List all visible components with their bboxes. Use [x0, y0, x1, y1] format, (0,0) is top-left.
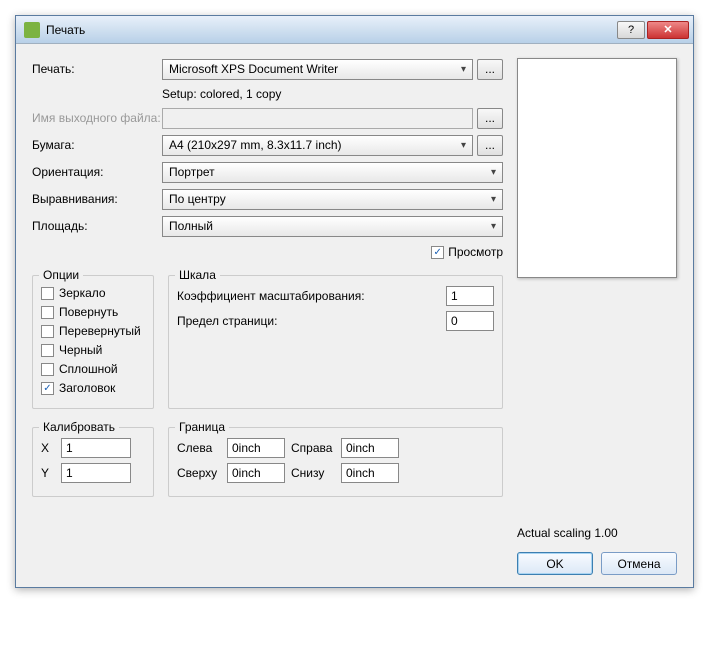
mirror-option[interactable]: Зеркало: [41, 286, 145, 300]
options-title: Опции: [39, 268, 83, 282]
paper-select[interactable]: A4 (210x297 mm, 8.3x11.7 inch): [162, 135, 473, 156]
border-top-label: Сверху: [177, 466, 221, 480]
outfile-label: Имя выходного файла:: [32, 111, 162, 125]
area-label: Площадь:: [32, 219, 162, 233]
solid-option[interactable]: Сплошной: [41, 362, 145, 376]
border-top-input[interactable]: [227, 463, 285, 483]
header-option[interactable]: ✓Заголовок: [41, 381, 145, 395]
paper-browse-button[interactable]: ...: [477, 135, 503, 156]
inverted-checkbox[interactable]: [41, 325, 54, 338]
scale-factor-label: Коэффициент масштабирования:: [177, 289, 446, 303]
page-limit-label: Предел страници:: [177, 314, 446, 328]
close-button[interactable]: ✕: [647, 21, 689, 39]
options-group: Опции Зеркало Повернуть Перевернутый Чер…: [32, 275, 154, 409]
mirror-checkbox[interactable]: [41, 287, 54, 300]
alignment-select[interactable]: По центру: [162, 189, 503, 210]
scale-group: Шкала Коэффициент масштабирования: Преде…: [168, 275, 503, 409]
border-left-input[interactable]: [227, 438, 285, 458]
print-dialog: Печать ? ✕ Печать: Microsoft XPS Documen…: [15, 15, 694, 588]
printer-select[interactable]: Microsoft XPS Document Writer: [162, 59, 473, 80]
border-group: Граница Слева Справа Сверху Снизу: [168, 427, 503, 497]
setup-text: Setup: colored, 1 copy: [162, 85, 503, 107]
border-right-label: Справа: [291, 441, 335, 455]
rotate-checkbox[interactable]: [41, 306, 54, 319]
rotate-option[interactable]: Повернуть: [41, 305, 145, 319]
alignment-label: Выравнивания:: [32, 192, 162, 206]
calib-y-label: Y: [41, 466, 55, 480]
preview-pane: [517, 58, 677, 278]
area-select[interactable]: Полный: [162, 216, 503, 237]
help-button[interactable]: ?: [617, 21, 645, 39]
actual-scaling-text: Actual scaling 1.00: [517, 526, 677, 540]
inverted-option[interactable]: Перевернутый: [41, 324, 145, 338]
border-title: Граница: [175, 420, 229, 434]
cancel-button[interactable]: Отмена: [601, 552, 677, 575]
printer-label: Печать:: [32, 62, 162, 76]
border-bottom-input[interactable]: [341, 463, 399, 483]
calib-y-input[interactable]: [61, 463, 131, 483]
scale-factor-input[interactable]: [446, 286, 494, 306]
window-title: Печать: [46, 23, 617, 37]
outfile-browse-button[interactable]: ...: [477, 108, 503, 129]
preview-checkbox[interactable]: ✓: [431, 246, 444, 259]
solid-checkbox[interactable]: [41, 363, 54, 376]
scale-title: Шкала: [175, 268, 220, 282]
calib-x-input[interactable]: [61, 438, 131, 458]
calibrate-title: Калибровать: [39, 420, 119, 434]
outfile-input[interactable]: [162, 108, 473, 129]
page-limit-input[interactable]: [446, 311, 494, 331]
titlebar[interactable]: Печать ? ✕: [16, 16, 693, 44]
orientation-select[interactable]: Портрет: [162, 162, 503, 183]
border-bottom-label: Снизу: [291, 466, 335, 480]
black-option[interactable]: Черный: [41, 343, 145, 357]
app-icon: [24, 22, 40, 38]
preview-label: Просмотр: [448, 245, 503, 259]
ok-button[interactable]: OK: [517, 552, 593, 575]
header-checkbox[interactable]: ✓: [41, 382, 54, 395]
paper-label: Бумага:: [32, 138, 162, 152]
border-right-input[interactable]: [341, 438, 399, 458]
orientation-label: Ориентация:: [32, 165, 162, 179]
calibrate-group: Калибровать X Y: [32, 427, 154, 497]
border-left-label: Слева: [177, 441, 221, 455]
printer-browse-button[interactable]: ...: [477, 59, 503, 80]
calib-x-label: X: [41, 441, 55, 455]
black-checkbox[interactable]: [41, 344, 54, 357]
